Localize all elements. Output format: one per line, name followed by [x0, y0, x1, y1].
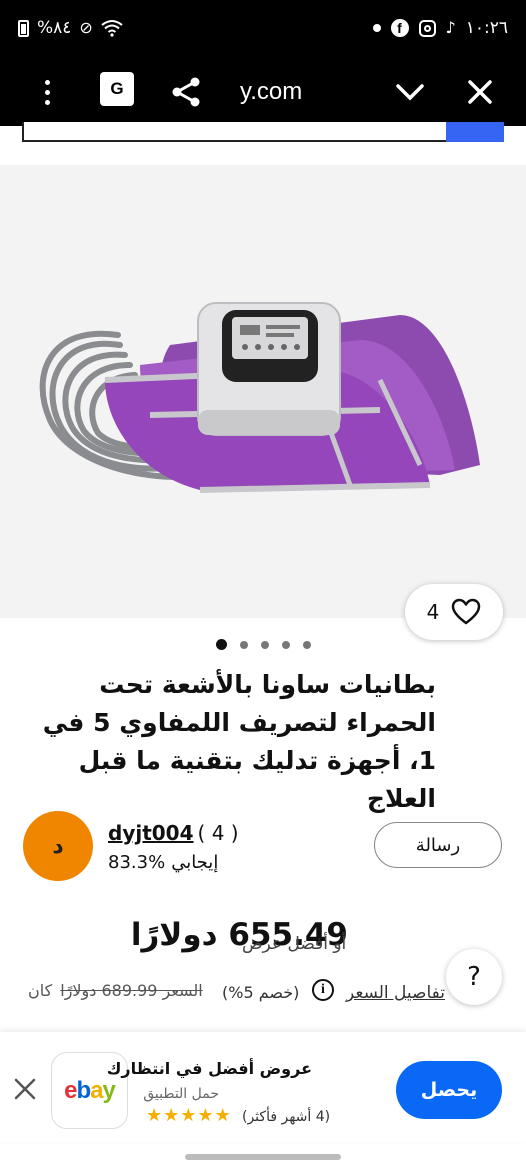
seller-name-link[interactable]: dyjt004 [108, 821, 194, 845]
search-button[interactable] [446, 122, 504, 142]
seller-feedback-label: إيجابي [171, 852, 219, 873]
clock: ١٠:٢٦ [465, 18, 508, 38]
seller-feedback: إيجابي 83.3% [108, 852, 218, 873]
carousel-dot[interactable] [216, 639, 227, 650]
get-app-button[interactable]: يحصل [396, 1061, 502, 1119]
star-icon: ★ [163, 1105, 180, 1126]
watch-count: 4 [426, 600, 440, 624]
close-icon[interactable] [462, 72, 498, 112]
help-button[interactable]: ? [446, 949, 502, 1005]
status-bar-right: f ♪ ١٠:٢٦ [372, 18, 508, 38]
seller-feedback-percent: 83.3% [108, 852, 166, 873]
carousel-dot[interactable] [282, 640, 290, 649]
product-title: بطانيات ساونا بالأشعة تحت الحمراء لتصريف… [42, 670, 436, 813]
seller-feedback-count: ( 4 ) [197, 821, 239, 845]
wifi-icon [101, 20, 123, 37]
status-bar-left: %٨٤ ⊘ [18, 18, 123, 38]
message-button-label: رسالة [415, 834, 461, 856]
facebook-icon: f [390, 19, 409, 37]
rating-text: (4 أشهر فأكثر) [242, 1109, 331, 1125]
browser-toolbar: G y.com [0, 58, 526, 126]
avatar[interactable]: د [23, 811, 93, 881]
home-indicator[interactable] [185, 1154, 341, 1160]
help-icon: ? [467, 962, 481, 992]
chevron-down-icon[interactable] [392, 72, 428, 112]
translate-icon[interactable]: G [100, 72, 134, 106]
carousel-dots [216, 639, 311, 650]
watch-button[interactable]: 4 [405, 584, 503, 640]
star-icon: ★ [180, 1105, 197, 1126]
avatar-letter: د [52, 833, 64, 859]
carousel-dot[interactable] [261, 640, 269, 649]
get-app-button-label: يحصل [420, 1079, 478, 1101]
carousel-dot[interactable] [240, 640, 248, 649]
translate-icon-label: G [110, 79, 124, 98]
close-icon[interactable] [12, 1076, 38, 1102]
url-text[interactable]: y.com [240, 72, 302, 112]
share-icon[interactable] [168, 72, 204, 112]
was-label: كان [28, 981, 53, 1000]
info-icon[interactable]: i [312, 979, 334, 1001]
original-price: السعر 689.99 دولارًا كان [28, 981, 203, 1000]
star-icon: ★ [197, 1105, 214, 1126]
star-icon: ★ [146, 1105, 163, 1126]
tiktok-icon: ♪ [445, 18, 456, 37]
notification-dot-icon [372, 24, 381, 32]
instagram-icon [418, 19, 436, 37]
product-photo [39, 302, 480, 493]
heart-icon [452, 598, 481, 625]
status-bar: %٨٤ ⊘ f ♪ ١٠:٢٦ [0, 0, 526, 58]
best-offer-label: أو أفضل عرض [242, 934, 347, 954]
battery-icon [18, 19, 29, 37]
seller-info: dyjt004 ( 4 ) [108, 821, 239, 845]
menu-dots-icon[interactable] [36, 72, 58, 112]
discount-label: (خصم 5%) [222, 983, 300, 1002]
product-image[interactable] [0, 165, 526, 618]
original-price-value: السعر 689.99 دولارًا [60, 981, 203, 1000]
battery-percent: %٨٤ [37, 18, 72, 38]
message-button[interactable]: رسالة [374, 822, 502, 868]
price-details-link[interactable]: تفاصيل السعر [346, 983, 445, 1003]
do-not-disturb-icon: ⊘ [79, 18, 93, 37]
star-icon: ★ [214, 1105, 231, 1126]
banner-title: عروض أفضل في انتظارك [106, 1059, 312, 1078]
carousel-dot[interactable] [303, 640, 311, 649]
search-input[interactable] [22, 122, 504, 142]
rating-stars: ★ ★ ★ ★ ★ [146, 1107, 231, 1125]
banner-subtitle: حمل التطبيق [143, 1086, 219, 1102]
